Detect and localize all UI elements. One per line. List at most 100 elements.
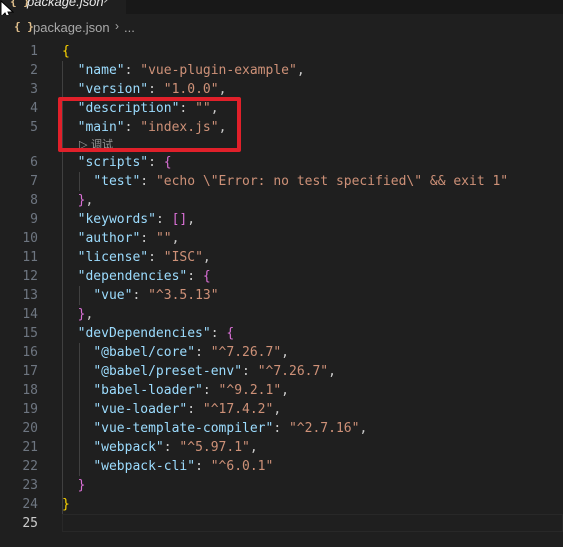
code-line[interactable]: 22 "webpack-cli": "^6.0.1" — [0, 457, 563, 476]
code-token: : — [132, 288, 149, 303]
code-token: , — [85, 193, 94, 208]
code-line[interactable]: 10 "author": "", — [0, 229, 563, 248]
code-line[interactable]: 17 "@babel/preset-env": "^7.26.7", — [0, 362, 563, 381]
code-token: "babel-loader" — [93, 383, 203, 398]
code-line[interactable]: 1{ — [0, 42, 563, 61]
code-text: "name": "vue-plugin-example", — [62, 61, 305, 80]
code-token: "author" — [77, 231, 141, 246]
code-token: "ISC" — [163, 250, 203, 265]
line-number: 10 — [22, 231, 38, 246]
line-number: 17 — [22, 364, 38, 379]
code-line[interactable]: 8 }, — [0, 191, 563, 210]
code-token: "webpack-cli" — [93, 459, 196, 474]
code-text: "vue": "^3.5.13" — [62, 286, 219, 305]
code-line[interactable]: 7 "test": "echo \"Error: no test specifi… — [0, 172, 563, 191]
code-token: "^17.4.2" — [202, 402, 274, 417]
chevron-right-icon: › — [115, 19, 119, 33]
code-token: , — [187, 212, 196, 227]
code-line[interactable]: 11 "license": "ISC", — [0, 248, 563, 267]
code-token: } — [62, 497, 70, 512]
code-token: "name" — [77, 63, 125, 78]
tab-package-json[interactable]: { } package.json › — [0, 0, 126, 15]
code-token: : — [140, 174, 156, 189]
code-text: "test": "echo \"Error: no test specified… — [62, 172, 508, 191]
breadcrumb-file[interactable]: package.json — [33, 20, 110, 35]
code-line[interactable]: 25 — [0, 514, 563, 533]
code-line[interactable]: 12 "dependencies": { — [0, 267, 563, 286]
line-number: 14 — [22, 307, 38, 322]
code-token: { — [62, 44, 70, 59]
code-token: : — [124, 63, 141, 78]
code-token: "@babel/preset-env" — [93, 364, 243, 379]
code-token: : — [148, 250, 164, 265]
line-number: 16 — [22, 345, 38, 360]
line-number: 12 — [22, 269, 38, 284]
code-token: : — [155, 212, 172, 227]
code-line[interactable]: 21 "webpack": "^5.97.1", — [0, 438, 563, 457]
code-text: "keywords": [], — [62, 210, 195, 229]
code-token: , — [281, 345, 289, 360]
code-token: "devDependencies" — [77, 326, 211, 341]
tab-title: package.json — [27, 0, 104, 9]
code-token: , — [202, 250, 211, 265]
code-token: "^5.97.1" — [179, 440, 250, 455]
line-number: 23 — [22, 478, 38, 493]
code-line[interactable]: 13 "vue": "^3.5.13" — [0, 286, 563, 305]
tab-bar: { } package.json › — [0, 0, 563, 15]
code-token: "echo \"Error: no test specified\" && ex… — [155, 174, 509, 189]
line-number: 11 — [22, 250, 38, 265]
line-number: 13 — [22, 288, 38, 303]
code-token: : — [273, 421, 289, 436]
code-line[interactable]: 9 "keywords": [], — [0, 210, 563, 229]
line-number: 22 — [22, 459, 38, 474]
code-token: : — [148, 82, 164, 97]
code-text: "@babel/preset-env": "^7.26.7", — [62, 362, 336, 381]
line-number: 25 — [22, 516, 38, 531]
code-line[interactable]: 24} — [0, 495, 563, 514]
code-token: } — [77, 478, 86, 493]
code-line[interactable]: 2 "name": "vue-plugin-example", — [0, 61, 563, 80]
code-token: : — [148, 155, 164, 170]
code-token: { — [202, 269, 211, 284]
code-line[interactable]: 23 } — [0, 476, 563, 495]
code-token: "scripts" — [77, 155, 149, 170]
breadcrumb-more[interactable]: ... — [124, 20, 135, 35]
code-token: "webpack" — [93, 440, 164, 455]
code-line[interactable]: 20 "vue-template-compiler": "^2.7.16", — [0, 419, 563, 438]
code-line[interactable]: 19 "vue-loader": "^17.4.2", — [0, 400, 563, 419]
code-token: , — [281, 383, 289, 398]
code-line[interactable]: 16 "@babel/core": "^7.26.7", — [0, 343, 563, 362]
code-text: { — [62, 42, 70, 61]
code-token: "^3.5.13" — [148, 288, 219, 303]
line-number: 15 — [22, 326, 38, 341]
code-line[interactable]: 15 "devDependencies": { — [0, 324, 563, 343]
code-line[interactable]: 14 }, — [0, 305, 563, 324]
code-token: , — [328, 364, 336, 379]
code-line[interactable]: 18 "babel-loader": "^9.2.1", — [0, 381, 563, 400]
code-line[interactable]: 6 "scripts": { — [0, 153, 563, 172]
code-token: : — [210, 326, 227, 341]
code-text: "vue-template-compiler": "^2.7.16", — [62, 419, 367, 438]
code-token: : — [195, 459, 211, 474]
code-token: , — [359, 421, 368, 436]
code-text: "webpack": "^5.97.1", — [62, 438, 257, 457]
current-line-highlight — [62, 514, 563, 532]
chevron-icon[interactable]: › — [103, 0, 109, 8]
line-number: 5 — [30, 120, 38, 135]
code-text: "dependencies": { — [62, 267, 211, 286]
code-text: }, — [62, 305, 94, 324]
code-token: : — [163, 440, 180, 455]
code-token: "@babel/core" — [93, 345, 196, 360]
code-text: "author": "", — [62, 229, 180, 248]
line-number: 18 — [22, 383, 38, 398]
